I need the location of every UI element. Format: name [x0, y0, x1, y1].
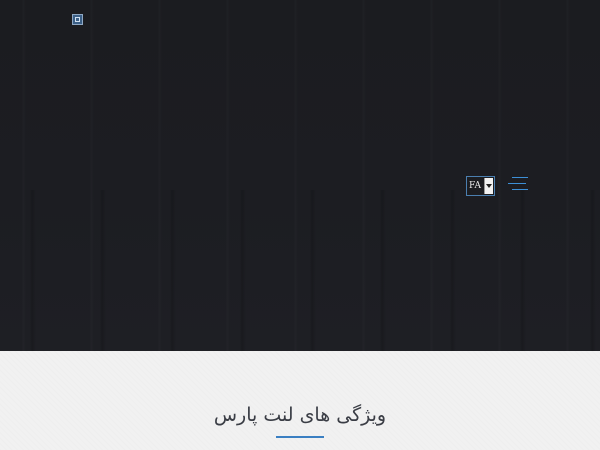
- language-select-value: FA: [469, 181, 481, 191]
- chevron-down-icon[interactable]: [483, 178, 493, 194]
- title-underline: [276, 436, 324, 438]
- hamburger-menu-icon[interactable]: [508, 176, 530, 192]
- features-section: ویژگی های لنت پارس: [0, 351, 600, 450]
- language-select[interactable]: FA: [466, 176, 495, 196]
- hero-background-texture: [0, 190, 600, 351]
- menu-icon-bar: [512, 177, 528, 178]
- broken-image-icon: [72, 14, 83, 25]
- section-title: ویژگی های لنت پارس: [213, 404, 387, 426]
- page: FA ویژگی های لنت پارس: [0, 0, 600, 450]
- menu-icon-bar: [512, 189, 528, 190]
- hero-section: FA: [0, 0, 600, 351]
- menu-icon-bar: [508, 183, 526, 184]
